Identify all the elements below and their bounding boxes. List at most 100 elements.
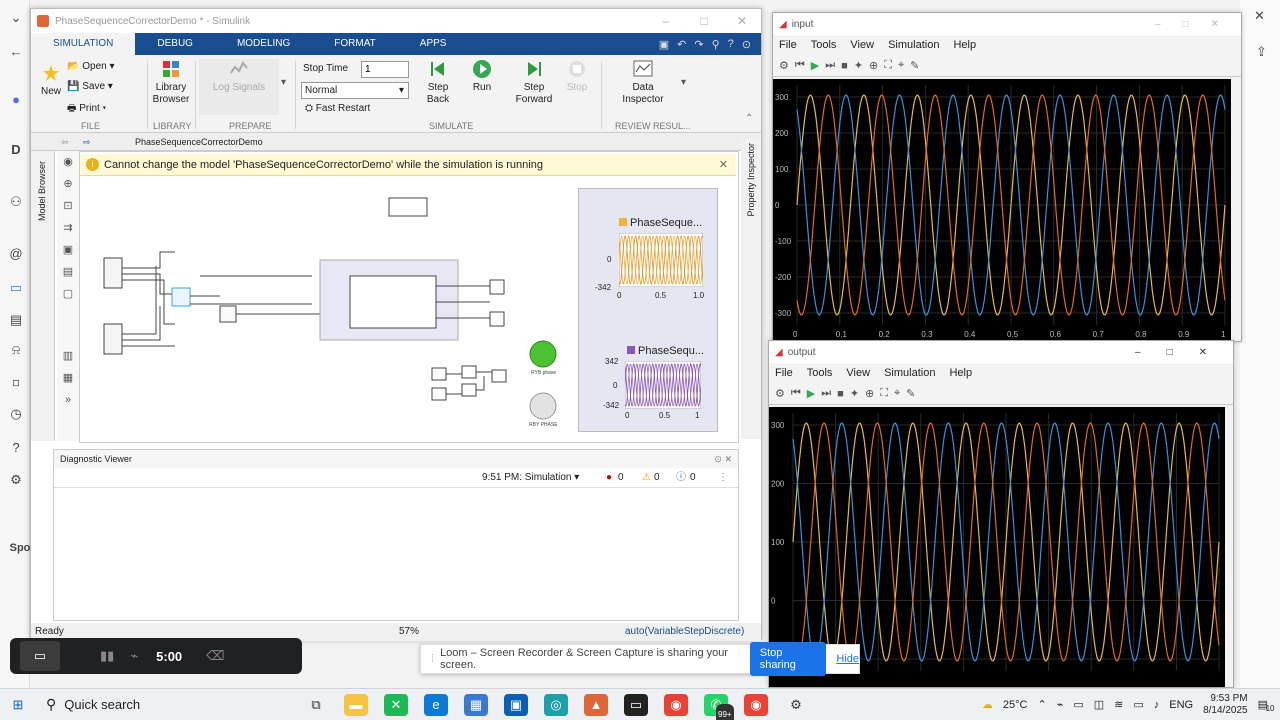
- arrow-icon[interactable]: ⇉: [57, 217, 79, 239]
- outlook-icon[interactable]: ▣: [504, 693, 528, 716]
- fast-restart-toggle[interactable]: ⛭ Fast Restart: [305, 103, 370, 114]
- collapse-ribbon-icon[interactable]: ⌃: [745, 113, 753, 124]
- fit-view-icon[interactable]: ⊡: [57, 195, 79, 217]
- image-icon[interactable]: ▣: [57, 239, 79, 261]
- clock[interactable]: 9:53 PM 8/14/2025: [1203, 693, 1248, 717]
- edit-icon[interactable]: ✎: [910, 59, 919, 72]
- stop-sharing-button[interactable]: Stop sharing: [749, 642, 827, 676]
- pause-icon[interactable]: ▮▮: [100, 648, 114, 664]
- highlight-icon[interactable]: ✦: [850, 387, 859, 400]
- tab-simulation[interactable]: SIMULATION: [31, 33, 136, 55]
- tab-apps[interactable]: APPS: [398, 33, 469, 55]
- zoom-icon[interactable]: ⊕: [57, 173, 79, 195]
- menu-view[interactable]: View: [850, 39, 874, 51]
- step-forward-button[interactable]: Step Forward: [511, 59, 557, 106]
- screenshot-icon[interactable]: ▥: [57, 345, 79, 367]
- log-signals-button[interactable]: Log Signals: [199, 59, 279, 115]
- menu-tools[interactable]: Tools: [811, 39, 837, 51]
- zoom-icon[interactable]: ⊕: [865, 387, 874, 400]
- volume-icon[interactable]: ♪: [1154, 699, 1160, 711]
- drag-handle-icon[interactable]: ⁞: [431, 653, 434, 665]
- info-icon[interactable]: ⓘ: [676, 468, 686, 488]
- stop-icon[interactable]: ■: [841, 60, 848, 72]
- tab-format[interactable]: FORMAT: [312, 33, 397, 55]
- run-icon[interactable]: ▶: [807, 387, 815, 400]
- more-icon[interactable]: ⋮: [718, 468, 728, 488]
- fit-icon[interactable]: ⛶: [880, 387, 888, 400]
- step-back-button[interactable]: Step Back: [419, 59, 457, 106]
- open-button[interactable]: 📂 Open ▾: [67, 61, 115, 72]
- edit-icon[interactable]: ✎: [906, 387, 915, 400]
- diagnostic-time-select[interactable]: 9:51 PM: Simulation ▾: [482, 468, 579, 488]
- hide-link[interactable]: Hide: [836, 653, 859, 665]
- cursor-icon[interactable]: ⌖: [894, 387, 900, 400]
- save-button[interactable]: 💾 Save ▾: [67, 81, 113, 92]
- model-browser-tab[interactable]: Model Browser: [37, 161, 47, 221]
- print-button[interactable]: 🖶 Print ▾: [67, 101, 106, 118]
- tab-debug[interactable]: DEBUG: [135, 33, 215, 55]
- clock-icon[interactable]: ◷: [8, 406, 24, 422]
- calendar-icon[interactable]: ▤: [8, 312, 24, 328]
- file-explorer-icon[interactable]: ▬: [344, 693, 368, 716]
- chrome-profile-icon[interactable]: ◉: [744, 693, 768, 716]
- settings-app-icon[interactable]: ◎: [544, 693, 568, 716]
- cursor-icon[interactable]: ⌖: [898, 59, 904, 72]
- solver-status[interactable]: auto(VariableStepDiscrete): [625, 623, 744, 641]
- redo-icon[interactable]: ↷: [694, 38, 703, 51]
- simulink-titlebar[interactable]: PhaseSequenceCorrectorDemo * - Simulink …: [31, 9, 761, 33]
- record-icon[interactable]: ▦: [57, 367, 79, 389]
- run-icon[interactable]: ▶: [811, 59, 819, 72]
- mic-icon[interactable]: ⌁: [130, 648, 138, 664]
- settings-icon[interactable]: ⚙: [779, 59, 789, 72]
- delete-icon[interactable]: ⌫: [206, 648, 224, 664]
- chevron-down-icon[interactable]: ⌄: [8, 10, 24, 26]
- chevron-up-icon[interactable]: ⌃: [1037, 698, 1046, 711]
- menu-tools[interactable]: Tools: [807, 367, 833, 379]
- mic-icon[interactable]: ⌁: [1057, 698, 1064, 711]
- hide-icon[interactable]: ◉: [57, 151, 79, 173]
- weather-icon[interactable]: ☁: [982, 698, 993, 711]
- maximize-icon[interactable]: □: [685, 14, 723, 28]
- matlab-icon[interactable]: ▲: [584, 693, 608, 716]
- app-icon[interactable]: ●: [8, 92, 24, 108]
- input-plot-area[interactable]: 300 200 100 0 -100 -200 -300 0 0.1 0.2 0.3 0.4 0.5 0.…: [773, 79, 1231, 341]
- warning-icon[interactable]: ⚠: [642, 468, 651, 488]
- nav-back-icon[interactable]: ⇦: [61, 133, 69, 151]
- person-icon[interactable]: ⚇: [8, 194, 24, 210]
- output-scope-titlebar[interactable]: ◢ output –□✕: [769, 341, 1233, 363]
- terminal-icon[interactable]: ▭: [624, 693, 648, 716]
- menu-file[interactable]: File: [779, 39, 797, 51]
- tab-modeling[interactable]: MODELING: [215, 33, 312, 55]
- menu-help[interactable]: Help: [949, 367, 972, 379]
- error-icon[interactable]: ●: [606, 468, 612, 488]
- at-icon[interactable]: @: [8, 246, 24, 262]
- wifi-icon[interactable]: ≋: [1114, 698, 1123, 711]
- search-icon[interactable]: ⚲: [712, 38, 720, 51]
- expand-icon[interactable]: »: [57, 389, 79, 411]
- simulation-mode-select[interactable]: Normal: [301, 82, 409, 99]
- annotation-icon[interactable]: ▤: [57, 261, 79, 283]
- battery-icon[interactable]: ▭: [1133, 698, 1143, 711]
- menu-help[interactable]: Help: [953, 39, 976, 51]
- taskbar-search[interactable]: ⚲ Quick search: [46, 692, 296, 718]
- collapse-icon[interactable]: ⊙: [742, 38, 751, 51]
- step-back-icon[interactable]: ⏮: [791, 387, 801, 400]
- camera-icon[interactable]: ▭: [20, 641, 60, 671]
- help-icon[interactable]: ?: [728, 38, 734, 51]
- back-arrow-icon[interactable]: ←: [8, 44, 24, 60]
- zoom-icon[interactable]: ⊕: [869, 59, 878, 72]
- app-tray-icon[interactable]: ◫: [1094, 698, 1104, 711]
- breadcrumb[interactable]: PhaseSequenceCorrectorDemo: [135, 137, 263, 147]
- windows-start-icon[interactable]: ⊞: [6, 694, 30, 716]
- stop-icon[interactable]: ■: [837, 388, 844, 400]
- run-button[interactable]: Run: [465, 59, 499, 94]
- weather-temp[interactable]: 25°C: [1003, 699, 1028, 711]
- minimize-icon[interactable]: –: [647, 14, 685, 28]
- review-dropdown[interactable]: ▾: [681, 77, 686, 88]
- close-banner-icon[interactable]: ✕: [719, 154, 728, 176]
- language-indicator[interactable]: ENG: [1169, 699, 1193, 711]
- store-icon[interactable]: ▦: [464, 693, 488, 716]
- highlight-icon[interactable]: ✦: [854, 59, 863, 72]
- step-icon[interactable]: ⏭: [821, 387, 831, 400]
- menu-simulation[interactable]: Simulation: [884, 367, 935, 379]
